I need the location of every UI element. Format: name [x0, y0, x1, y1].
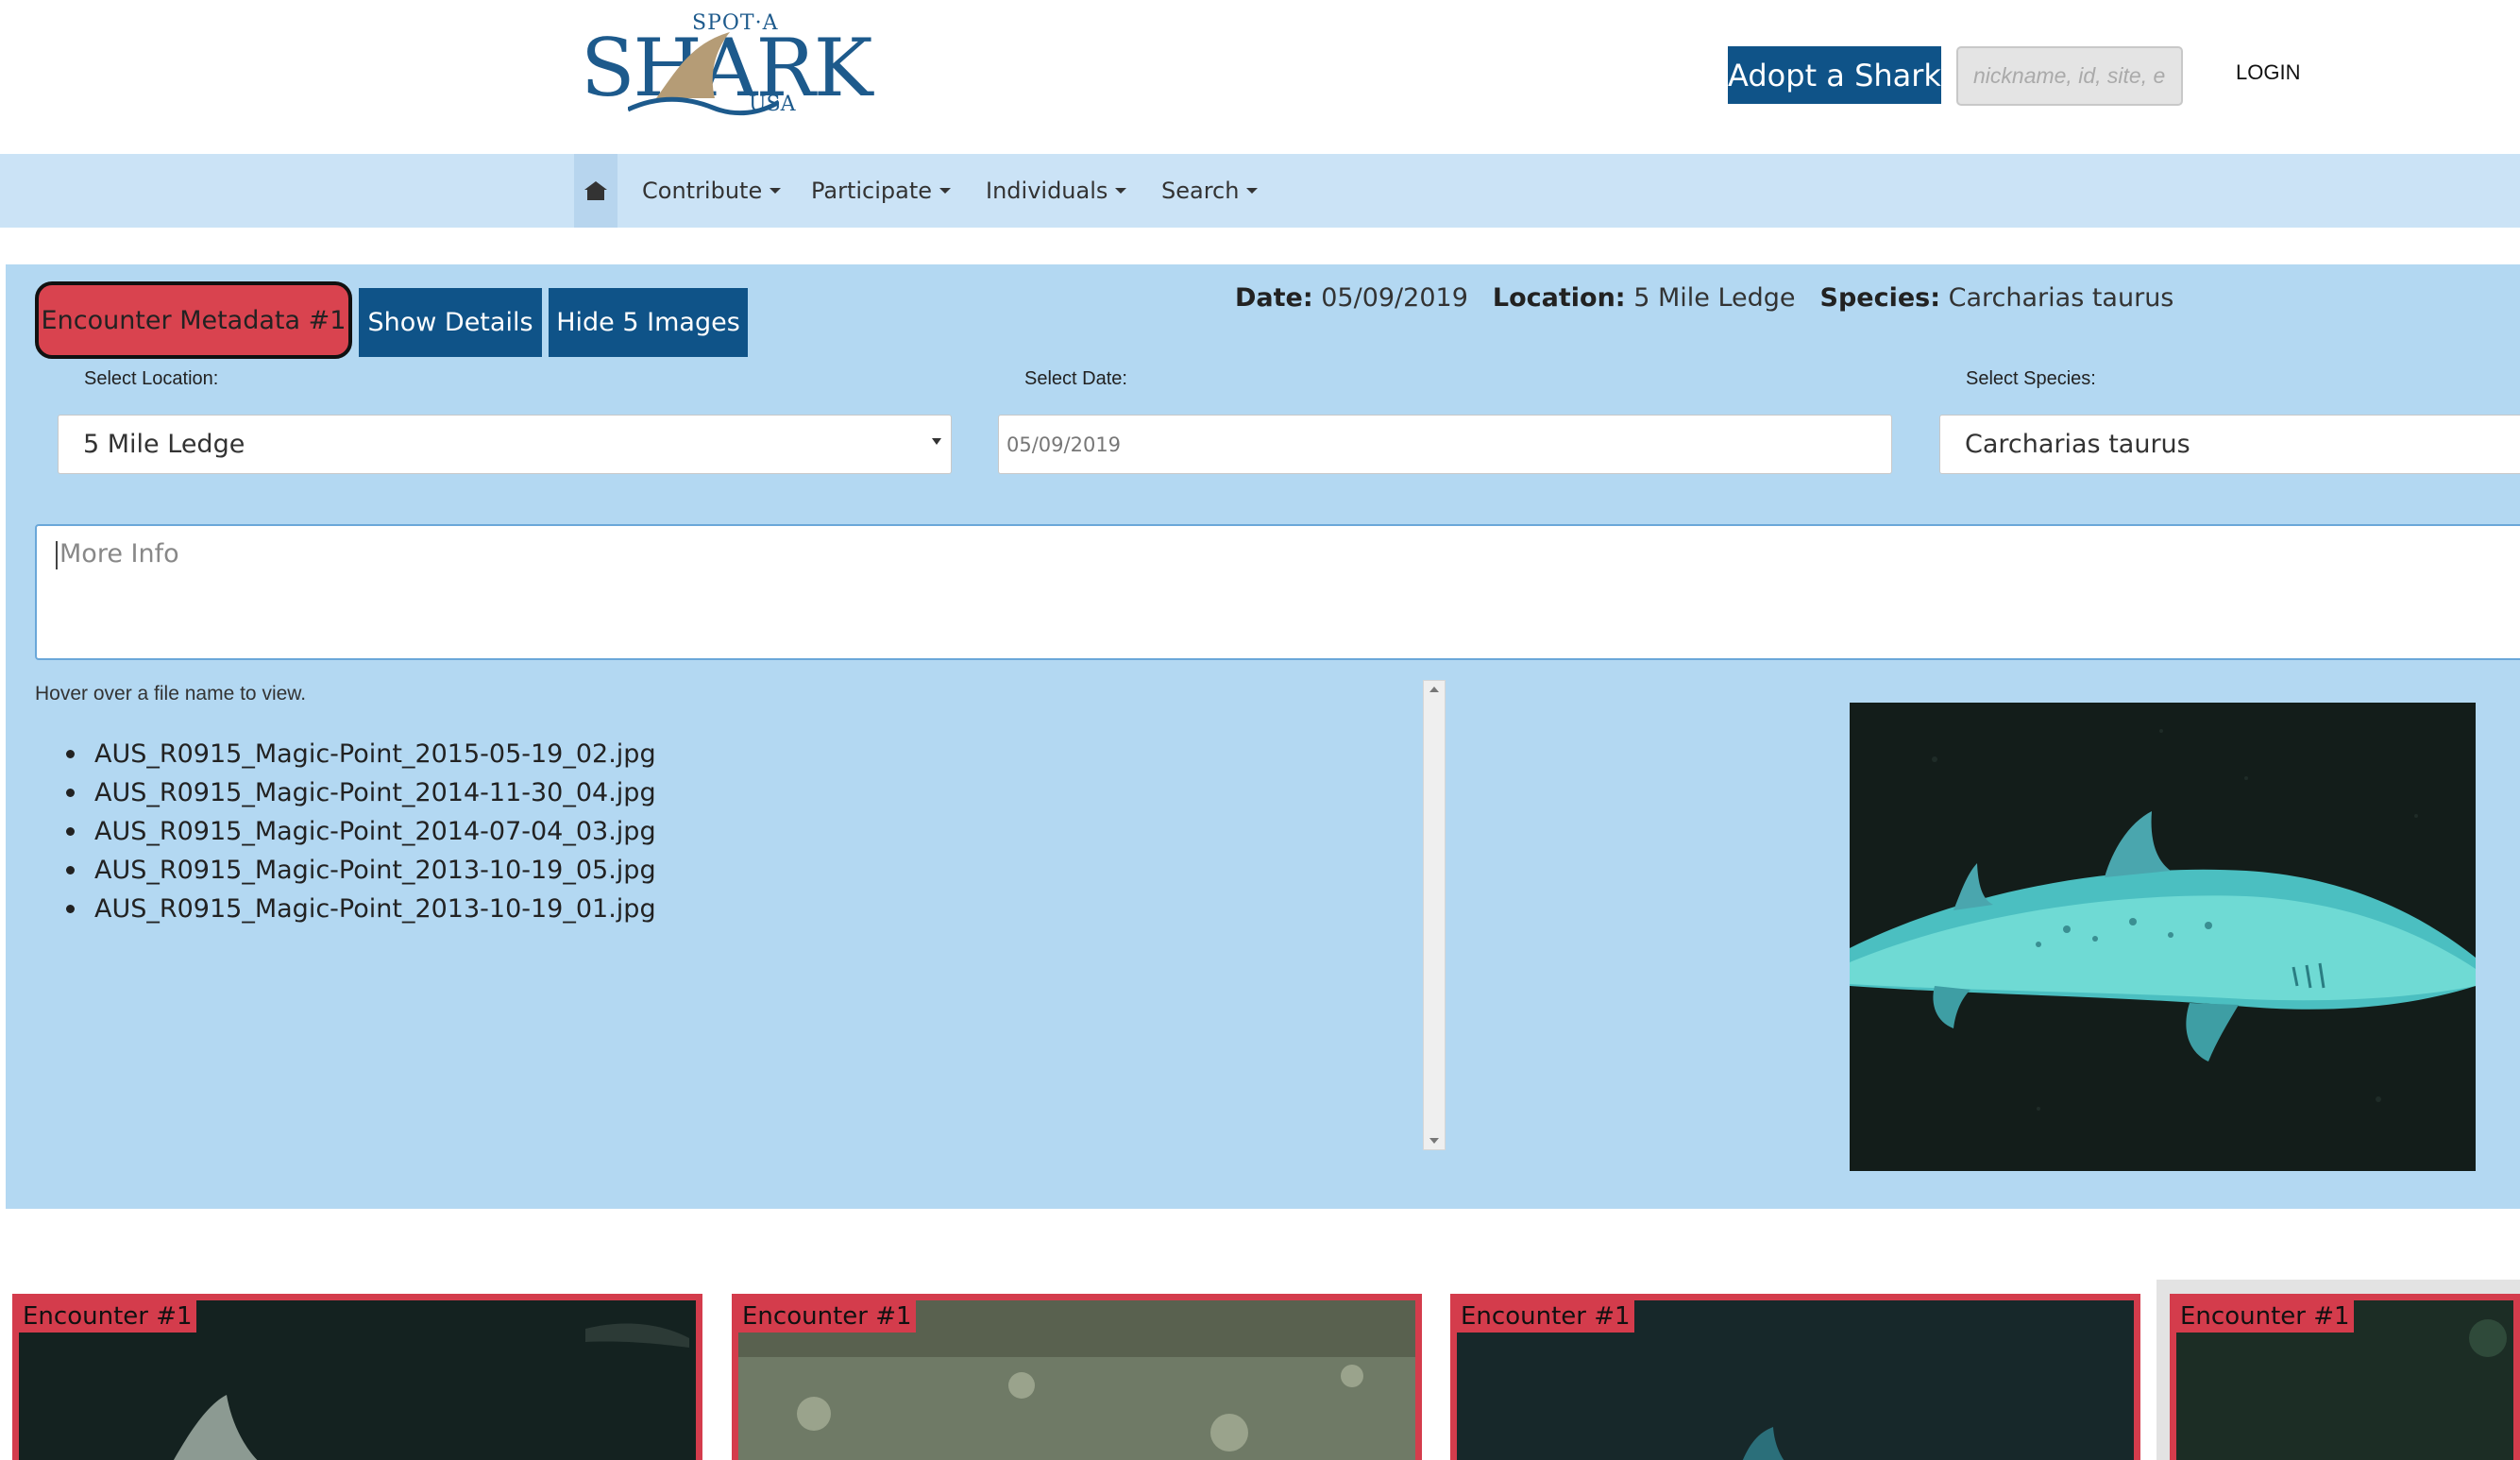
date-label: Date: [1235, 283, 1313, 313]
select-location-label: Select Location: [84, 368, 219, 389]
home-icon [584, 181, 607, 200]
select-date-label: Select Date: [1024, 368, 1127, 389]
file-list-item[interactable]: AUS_R0915_Magic-Point_2014-07-04_03.jpg [66, 812, 656, 851]
nav-contribute[interactable]: Contribute [642, 154, 782, 228]
hover-hint: Hover over a file name to view. [35, 683, 307, 705]
file-list-item[interactable]: AUS_R0915_Magic-Point_2015-05-19_02.jpg [66, 735, 656, 773]
logo-bottom-text: USA [749, 93, 796, 116]
caret-down-icon [1246, 188, 1259, 194]
thumbnail-label: Encounter #1 [738, 1300, 916, 1333]
nav-participate-label: Participate [811, 178, 933, 204]
more-info-textarea[interactable]: More Info [35, 524, 2520, 660]
caret-down-icon [939, 188, 952, 194]
date-input[interactable]: 05/09/2019 [998, 415, 1892, 474]
species-select[interactable]: Carcharias taurus [1939, 415, 2520, 474]
search-input[interactable]: nickname, id, site, e [1956, 46, 2183, 106]
encounter-thumbnail[interactable]: Encounter #1 [732, 1294, 1422, 1460]
file-name: AUS_R0915_Magic-Point_2013-10-19_05.jpg [94, 856, 656, 885]
file-name: AUS_R0915_Magic-Point_2014-07-04_03.jpg [94, 817, 656, 846]
scroll-up-arrow-icon[interactable] [1429, 687, 1439, 692]
caret-down-icon [770, 188, 782, 194]
nav-search[interactable]: Search [1161, 154, 1259, 228]
thumbnail-label: Encounter #1 [2176, 1300, 2354, 1333]
nav-individuals-label: Individuals [986, 178, 1108, 204]
date-input-value: 05/09/2019 [1006, 433, 1122, 456]
thumbnail-label: Encounter #1 [19, 1300, 196, 1333]
select-species-label: Select Species: [1966, 368, 2096, 389]
file-name: AUS_R0915_Magic-Point_2014-11-30_04.jpg [94, 778, 656, 807]
text-cursor [56, 540, 58, 569]
species-value: Carcharias taurus [1948, 283, 2174, 313]
hide-images-button[interactable]: Hide 5 Images [549, 288, 748, 357]
location-label: Location: [1492, 283, 1626, 313]
dropdown-arrow-icon [932, 438, 941, 445]
shark-fin-icon [656, 32, 730, 98]
encounter-metadata-button[interactable]: Encounter Metadata #1 [35, 281, 352, 359]
main-nav: Contribute Participate Individuals Searc… [0, 154, 2520, 228]
show-details-button[interactable]: Show Details [359, 288, 542, 357]
caret-down-icon [1115, 188, 1127, 194]
site-header: SPOT·A SHARK USA Adopt a Shark nickname,… [0, 0, 2520, 154]
file-list-item[interactable]: AUS_R0915_Magic-Point_2013-10-19_01.jpg [66, 890, 656, 928]
species-select-value: Carcharias taurus [1965, 430, 2190, 459]
species-label: Species: [1819, 283, 1941, 313]
file-name: AUS_R0915_Magic-Point_2013-10-19_01.jpg [94, 894, 656, 924]
encounter-thumbnail[interactable]: Encounter #1 [2170, 1294, 2520, 1460]
nav-search-label: Search [1161, 178, 1240, 204]
shark-preview-image [1850, 703, 2476, 1171]
location-value: 5 Mile Ledge [1633, 283, 1796, 313]
file-list-scrollbar[interactable] [1423, 680, 1446, 1150]
shark-photo [1850, 703, 2476, 1171]
thumbnail-label: Encounter #1 [1457, 1300, 1634, 1333]
login-link[interactable]: LOGIN [2236, 60, 2300, 85]
scroll-down-arrow-icon[interactable] [1429, 1138, 1439, 1144]
adopt-a-shark-button[interactable]: Adopt a Shark [1728, 46, 1941, 104]
spot-a-shark-logo[interactable]: SPOT·A SHARK USA [581, 11, 872, 117]
more-info-placeholder: More Info [59, 539, 179, 569]
encounter-summary: Date: 05/09/2019 Location: 5 Mile Ledge Sp… [1235, 283, 2173, 313]
date-value: 05/09/2019 [1321, 283, 1468, 313]
location-select-value: 5 Mile Ledge [83, 430, 245, 459]
file-name: AUS_R0915_Magic-Point_2015-05-19_02.jpg [94, 739, 656, 769]
encounter-thumbnail[interactable]: Encounter #1 [12, 1294, 702, 1460]
nav-individuals[interactable]: Individuals [986, 154, 1127, 228]
nav-home[interactable] [574, 154, 617, 228]
file-list-item[interactable]: AUS_R0915_Magic-Point_2014-11-30_04.jpg [66, 773, 656, 812]
location-select[interactable]: 5 Mile Ledge [58, 415, 952, 474]
nav-participate[interactable]: Participate [811, 154, 952, 228]
file-list-item[interactable]: AUS_R0915_Magic-Point_2013-10-19_05.jpg [66, 851, 656, 890]
file-list: AUS_R0915_Magic-Point_2015-05-19_02.jpg … [66, 735, 656, 928]
encounter-thumbnail[interactable]: Encounter #1 [1450, 1294, 2140, 1460]
nav-contribute-label: Contribute [642, 178, 763, 204]
